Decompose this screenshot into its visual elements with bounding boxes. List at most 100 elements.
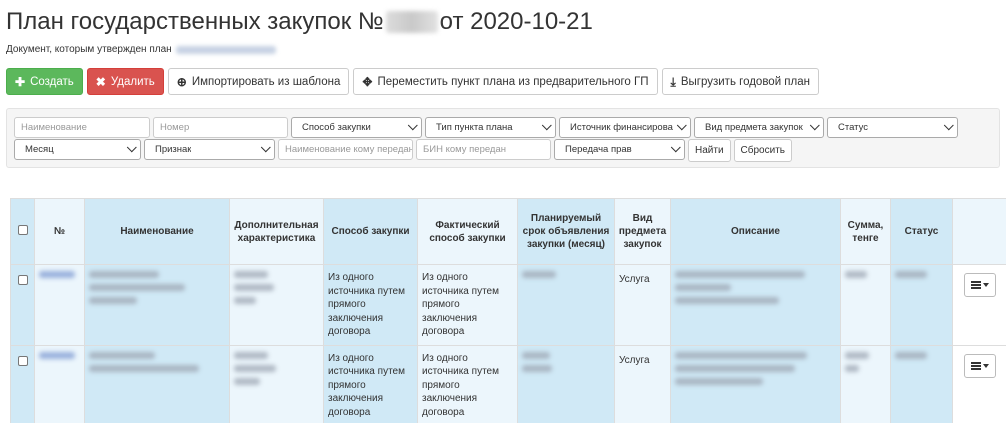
transferee-name-input[interactable]: Наименование кому передан [278,139,413,160]
page-title: План государственных закупок № от 2020-1… [6,8,593,36]
select-all-checkbox[interactable] [17,224,28,235]
chevron-down-icon [260,142,271,153]
reset-button[interactable]: Сбросить [733,139,792,162]
sum-cell [840,344,891,423]
redacted-text [234,351,268,359]
subject-type-select[interactable]: Вид предмета закупок [694,117,824,138]
redacted-text [522,351,550,359]
col-header-sum[interactable]: Сумма, тенге [840,198,891,265]
col-header-name[interactable]: Наименование [84,198,230,265]
actions-cell [952,264,1006,346]
redacted-text [845,271,867,278]
redacted-text [675,284,731,291]
actions-cell [952,344,1006,423]
method-cell: Из одного источника путем прямого заключ… [323,344,418,423]
number-filter-input[interactable]: Номер [153,117,288,138]
status-select-label: Статус [838,122,869,133]
redacted-item-number-link[interactable] [39,271,75,278]
col-header-extra[interactable]: Дополнительная характеристика [229,198,324,265]
import-template-label: Импортировать из шаблона [191,75,341,88]
procurement-method-select[interactable]: Способ закупки [291,117,422,138]
chevron-down-icon [541,120,552,131]
month-select[interactable]: Месяц [14,139,141,160]
description-cell [670,264,841,346]
redacted-text [675,297,779,304]
redacted-text [234,297,256,304]
redacted-text [234,364,276,372]
col-header-num[interactable]: № [34,198,85,265]
item-type-select-label: Тип пункта плана [436,122,513,133]
status-cell [890,344,953,423]
attribute-select[interactable]: Признак [144,139,275,160]
redacted-text [89,351,155,359]
filter-panel: Наименование Номер Способ закупки Тип пу… [6,108,1000,168]
item-type-select[interactable]: Тип пункта плана [425,117,556,138]
col-header-actual-method[interactable]: Фактический способ закупки [417,198,518,265]
col-header-status[interactable]: Статус [890,198,953,265]
chevron-down-icon [809,120,820,131]
table-row: Из одного источника путем прямого заключ… [10,264,1006,346]
page-title-suffix: от 2020-10-21 [439,8,593,35]
funding-source-select[interactable]: Источник финансирования [559,117,691,138]
status-cell [890,264,953,346]
table-header-row: № Наименование Дополнительная характерис… [10,198,1006,265]
rights-transfer-select-label: Передача прав [565,144,632,155]
caret-down-icon [982,283,989,287]
create-button[interactable]: ✚ Создать [6,68,83,95]
redacted-text [234,284,274,291]
row-select-cell [10,264,35,346]
description-cell [670,344,841,423]
subject-type-cell: Услуга [614,344,671,423]
redacted-text [89,284,185,291]
redacted-text [845,351,869,359]
move-plan-item-button[interactable]: ✥ Переместить пункт плана из предварител… [353,68,658,95]
name-filter-input[interactable]: Наименование [14,117,150,138]
caret-down-icon [982,363,989,368]
extra-cell [229,264,324,346]
redacted-text [675,351,807,359]
chevron-down-icon [943,120,954,131]
attribute-select-label: Признак [155,144,192,155]
actual-method-cell: Из одного источника путем прямого заключ… [417,264,518,346]
transferee-bin-input[interactable]: БИН кому передан [416,139,551,160]
row-checkbox[interactable] [17,355,28,366]
col-header-description[interactable]: Описание [670,198,841,265]
redacted-item-number-link[interactable] [39,351,75,359]
delete-button-label: Удалить [110,75,155,88]
redacted-plan-number [385,11,438,33]
approval-document-line: Документ, которым утвержден план [6,44,276,55]
plan-items-table-container: № Наименование Дополнительная характерис… [10,198,1006,423]
hamburger-menu-icon [970,361,981,370]
col-header-subject-type[interactable]: Вид предмета закупок [614,198,671,265]
extra-cell [229,344,324,423]
import-template-button[interactable]: ⊕ Импортировать из шаблона [167,68,350,95]
filter-row-2: Месяц Признак Наименование кому передан … [14,139,792,162]
redacted-text [234,377,260,385]
delete-button[interactable]: ✖ Удалить [86,68,164,95]
status-select[interactable]: Статус [827,117,958,138]
find-button[interactable]: Найти [688,139,731,162]
redacted-document-link[interactable] [175,45,276,54]
redacted-text [234,271,268,278]
move-arrows-icon: ✥ [362,74,373,89]
col-header-actions [952,198,1006,265]
chevron-down-icon [676,120,687,131]
row-menu-button[interactable] [963,353,996,378]
redacted-text [522,364,552,372]
chevron-down-icon [670,142,681,153]
num-cell [34,264,85,346]
planned-month-cell [517,264,615,346]
redacted-text [895,271,927,278]
method-cell: Из одного источника путем прямого заключ… [323,264,418,346]
row-checkbox[interactable] [17,275,28,285]
rights-transfer-select[interactable]: Передача прав [554,139,685,160]
export-annual-plan-button[interactable]: ⤓ Выгрузить годовой план [661,68,819,95]
row-menu-button[interactable] [963,273,996,297]
redacted-text [675,271,805,278]
create-button-label: Создать [30,75,74,88]
col-header-planned-month[interactable]: Планируемый срок объявления закупки (мес… [517,198,615,265]
redacted-text [522,271,556,278]
redacted-text [89,297,137,304]
col-header-method[interactable]: Способ закупки [323,198,418,265]
redacted-text [89,364,199,372]
